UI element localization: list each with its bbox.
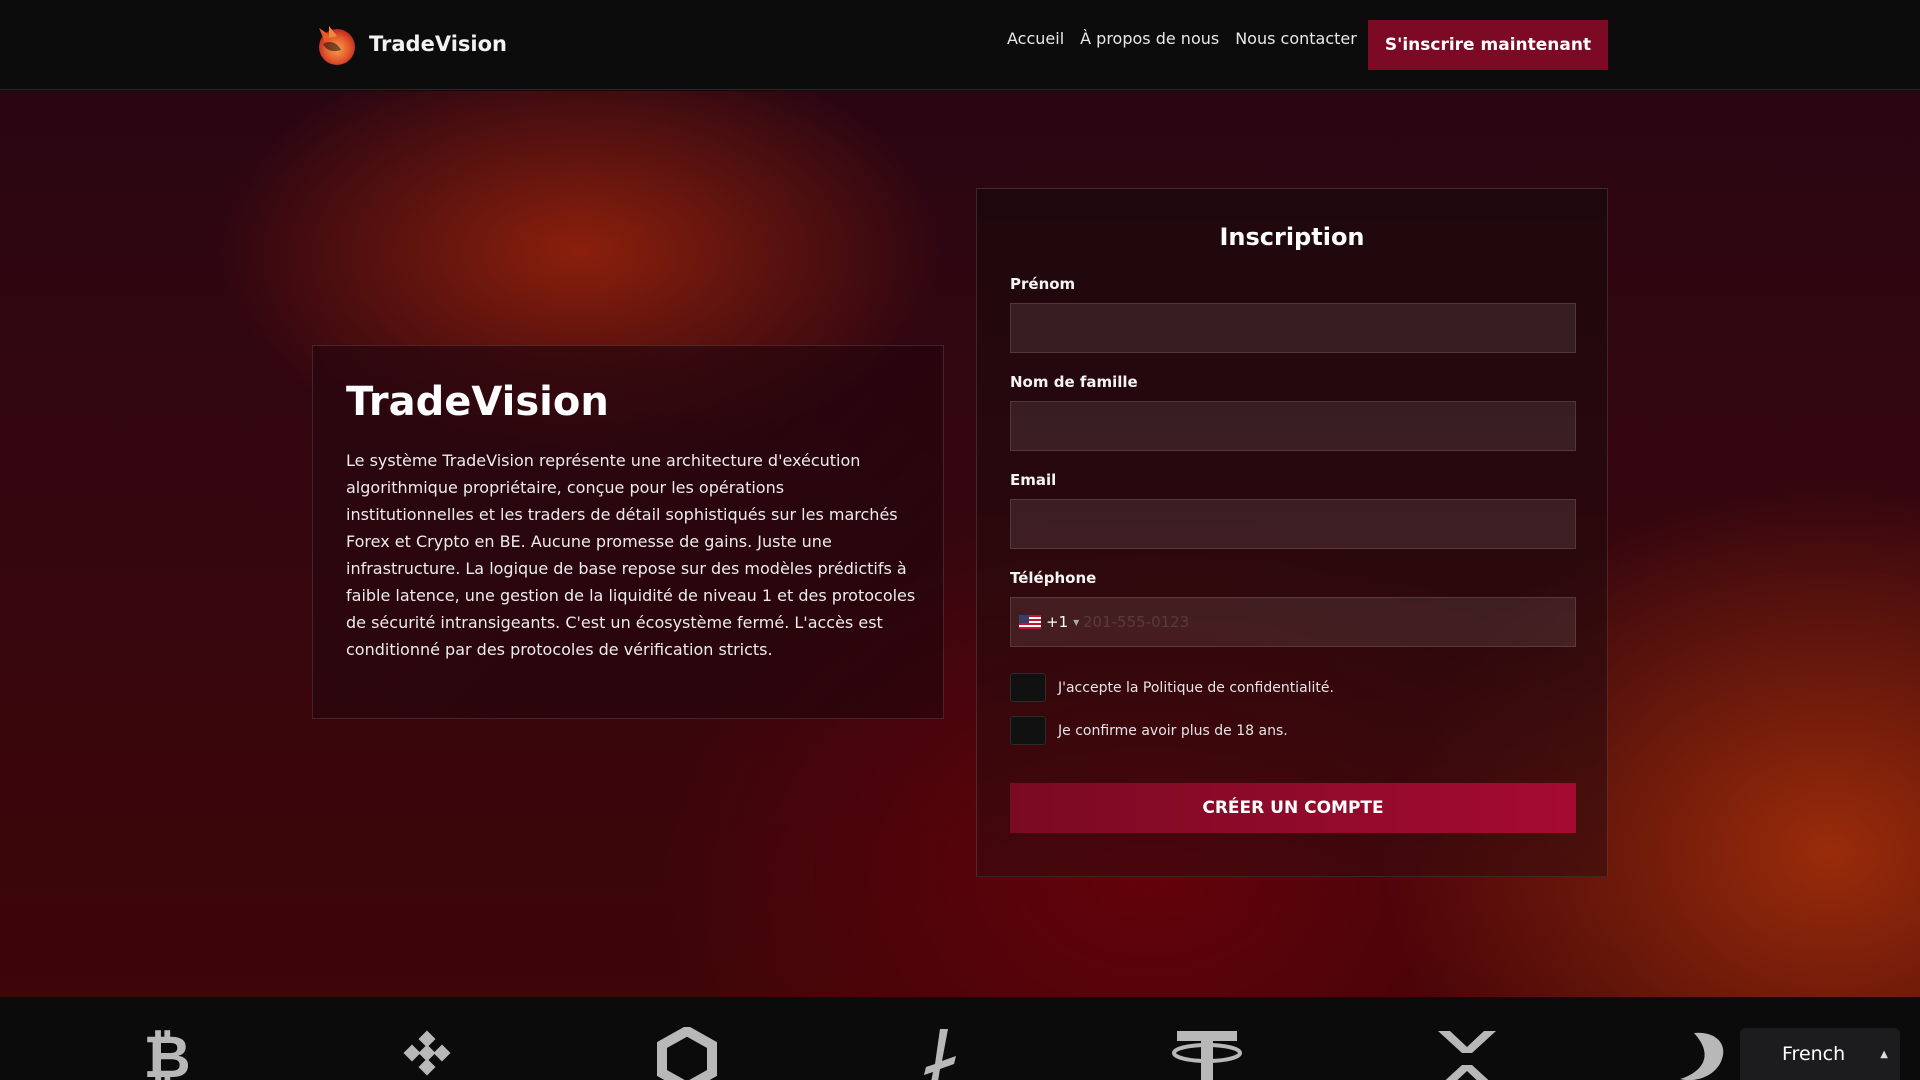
registration-form: Inscription Prénom Nom de famille Email … bbox=[976, 188, 1608, 877]
crypto-logos-strip: ₿ bbox=[0, 997, 1920, 1080]
xrp-icon bbox=[1432, 1027, 1502, 1080]
about-description: Le système TradeVision représente une ar… bbox=[346, 451, 916, 659]
dash-icon bbox=[1672, 1027, 1742, 1080]
privacy-checkbox[interactable] bbox=[1010, 673, 1046, 702]
age-label: Je confirme avoir plus de 18 ans. bbox=[1058, 722, 1288, 739]
first-name-input[interactable] bbox=[1010, 303, 1576, 353]
binance-icon bbox=[392, 1027, 462, 1080]
phone-code: +1 bbox=[1046, 613, 1069, 631]
email-input[interactable] bbox=[1010, 499, 1576, 549]
fox-logo-icon bbox=[315, 22, 357, 66]
about-card: TradeVision Le système TradeVision repré… bbox=[312, 345, 944, 719]
last-name-input[interactable] bbox=[1010, 401, 1576, 451]
nav-contact[interactable]: Nous contacter bbox=[1235, 29, 1357, 48]
form-title: Inscription bbox=[1219, 223, 1365, 251]
phone-field: +1 ▼ bbox=[1010, 597, 1576, 647]
caret-down-icon: ▼ bbox=[1073, 617, 1080, 627]
about-title: TradeVision bbox=[346, 379, 609, 425]
create-account-button[interactable]: CRÉER UN COMPTE bbox=[1010, 783, 1576, 833]
brand-name: TradeVision bbox=[369, 32, 507, 56]
email-label: Email bbox=[1010, 471, 1057, 489]
phone-label: Téléphone bbox=[1010, 569, 1097, 587]
litecoin-icon bbox=[912, 1027, 982, 1080]
hero-section: TradeVision Le système TradeVision repré… bbox=[0, 91, 1920, 997]
caret-up-icon: ▲ bbox=[1880, 1048, 1888, 1060]
site-header: TradeVision Accueil À propos de nous Nou… bbox=[0, 0, 1920, 90]
us-flag-icon bbox=[1019, 615, 1041, 629]
signup-now-button[interactable]: S'inscrire maintenant bbox=[1368, 20, 1608, 70]
nav-home[interactable]: Accueil bbox=[1007, 29, 1064, 48]
chainlink-icon bbox=[652, 1025, 722, 1080]
language-selector[interactable]: French ▲ bbox=[1740, 1028, 1900, 1080]
privacy-label: J'accepte la Politique de confidentialit… bbox=[1058, 679, 1334, 696]
age-checkbox[interactable] bbox=[1010, 716, 1046, 745]
last-name-label: Nom de famille bbox=[1010, 373, 1138, 391]
phone-input[interactable] bbox=[1083, 598, 1575, 646]
nav-about[interactable]: À propos de nous bbox=[1080, 29, 1219, 48]
first-name-label: Prénom bbox=[1010, 275, 1076, 293]
age-consent-row: Je confirme avoir plus de 18 ans. bbox=[1010, 716, 1574, 745]
country-code-select[interactable]: +1 ▼ bbox=[1011, 613, 1083, 631]
language-label: French bbox=[1782, 1043, 1846, 1065]
main-nav: Accueil À propos de nous Nous contacter bbox=[1007, 29, 1357, 48]
brand[interactable]: TradeVision bbox=[315, 22, 507, 66]
bitcoin-icon: ₿ bbox=[143, 1023, 191, 1080]
tether-icon bbox=[1172, 1027, 1242, 1080]
privacy-consent-row: J'accepte la Politique de confidentialit… bbox=[1010, 673, 1574, 702]
